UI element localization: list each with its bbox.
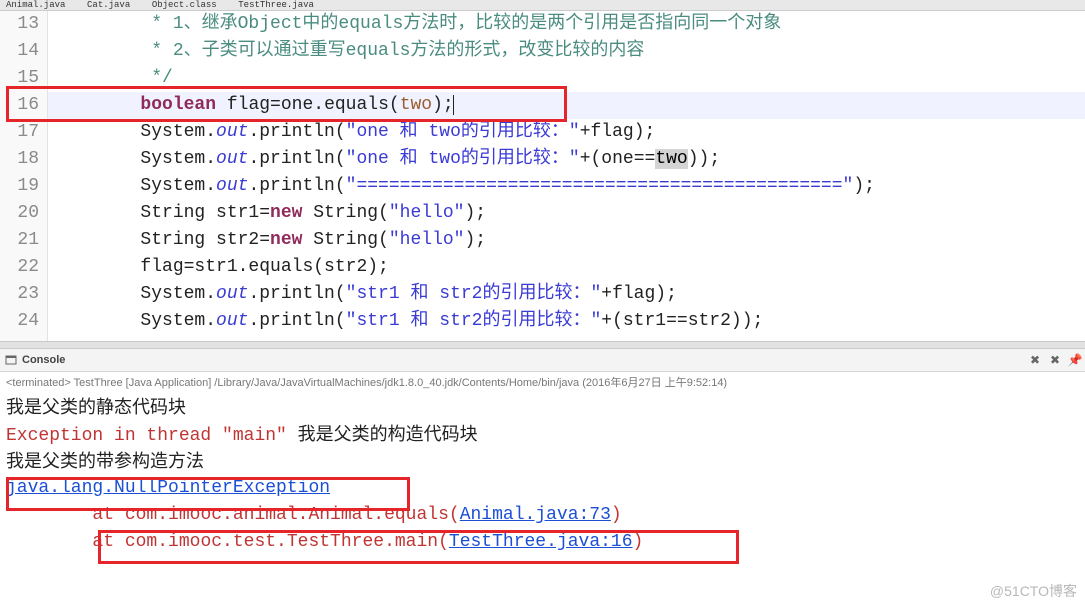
console-line-stdout: 我是父类的带参构造方法	[6, 448, 1079, 475]
line-number: 20	[0, 200, 39, 227]
editor-tab-bar: Animal.java Cat.java Object.class TestTh…	[0, 0, 1085, 11]
line-number: 22	[0, 254, 39, 281]
code-line-23[interactable]: System.out.println("str1 和 str2的引用比较："+f…	[54, 281, 1085, 308]
code-line-20[interactable]: String str1=new String("hello");	[54, 200, 1085, 227]
code-line-22[interactable]: flag=str1.equals(str2);	[54, 254, 1085, 281]
code-line-13[interactable]: * 1、继承Object中的equals方法时，比较的是两个引用是否指向同一个对…	[54, 11, 1085, 38]
code-area[interactable]: * 1、继承Object中的equals方法时，比较的是两个引用是否指向同一个对…	[48, 11, 1085, 341]
text-caret	[453, 95, 454, 115]
line-number: 15	[0, 65, 39, 92]
code-line-18[interactable]: System.out.println("one 和 two的引用比较："+(on…	[54, 146, 1085, 173]
console-title: Console	[22, 354, 65, 366]
pin-console-icon[interactable]: 📌	[1067, 352, 1083, 368]
line-number: 18	[0, 146, 39, 173]
console-icon	[4, 353, 18, 367]
line-number: 16	[0, 92, 39, 119]
console-header: Console ✖ ✖ 📌	[0, 349, 1085, 372]
code-line-24[interactable]: System.out.println("str1 和 str2的引用比较："+(…	[54, 308, 1085, 335]
line-number: 13	[0, 11, 39, 38]
line-number: 17	[0, 119, 39, 146]
panel-splitter[interactable]	[0, 341, 1085, 349]
stack-link-animal[interactable]: Animal.java:73	[460, 505, 611, 525]
line-number: 23	[0, 281, 39, 308]
console-output[interactable]: 我是父类的静态代码块 Exception in thread "main" 我是…	[0, 392, 1085, 558]
line-number: 14	[0, 38, 39, 65]
remove-all-icon[interactable]: ✖	[1047, 352, 1063, 368]
code-editor[interactable]: 13 14 15 16 17 18 19 20 21 22 23 24 * 1、…	[0, 11, 1085, 341]
line-number-gutter: 13 14 15 16 17 18 19 20 21 22 23 24	[0, 11, 48, 341]
console-line-mixed: Exception in thread "main" 我是父类的构造代码块	[6, 421, 1079, 448]
tab-animal[interactable]: Animal.java	[0, 0, 71, 10]
tab-object[interactable]: Object.class	[146, 0, 223, 10]
line-number: 24	[0, 308, 39, 335]
remove-launch-icon[interactable]: ✖	[1027, 352, 1043, 368]
code-line-15[interactable]: */	[54, 65, 1085, 92]
console-line-stack: at com.imooc.animal.Animal.equals(Animal…	[6, 502, 1079, 529]
stack-link-testthree[interactable]: TestThree.java:16	[449, 532, 633, 552]
line-number: 21	[0, 227, 39, 254]
code-line-14[interactable]: * 2、子类可以通过重写equals方法的形式，改变比较的内容	[54, 38, 1085, 65]
code-line-19[interactable]: System.out.println("====================…	[54, 173, 1085, 200]
console-line-stack: at com.imooc.test.TestThree.main(TestThr…	[6, 529, 1079, 556]
code-line-17[interactable]: System.out.println("one 和 two的引用比较："+fla…	[54, 119, 1085, 146]
console-process-label: <terminated> TestThree [Java Application…	[0, 372, 1085, 392]
code-line-21[interactable]: String str2=new String("hello");	[54, 227, 1085, 254]
line-number: 19	[0, 173, 39, 200]
watermark: @51CTO博客	[990, 581, 1077, 601]
console-line-exception: java.lang.NullPointerException	[6, 475, 1079, 502]
console-line-stdout: 我是父类的静态代码块	[6, 394, 1079, 421]
tab-cat[interactable]: Cat.java	[81, 0, 136, 10]
tab-testthree[interactable]: TestThree.java	[232, 0, 320, 10]
